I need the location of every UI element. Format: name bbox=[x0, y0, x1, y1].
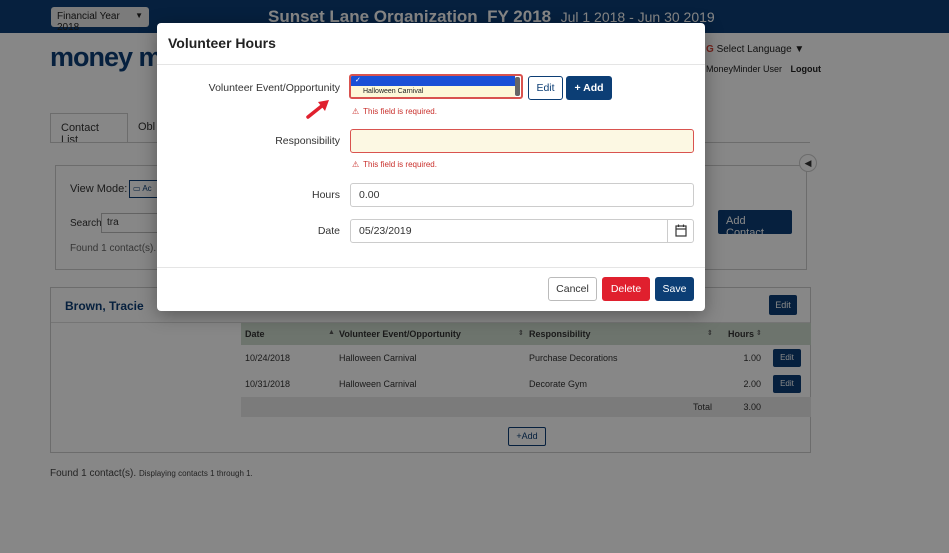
modal-header-divider bbox=[157, 64, 705, 65]
event-option-halloween-carnival[interactable]: Halloween Carnival bbox=[351, 86, 515, 97]
event-field-label: Volunteer Event/Opportunity bbox=[208, 82, 340, 94]
event-error: ⚠ This field is required. bbox=[352, 107, 437, 116]
annotation-arrow-icon bbox=[306, 100, 329, 119]
edit-event-button[interactable]: Edit bbox=[528, 76, 563, 100]
cancel-button[interactable]: Cancel bbox=[548, 277, 597, 301]
delete-button[interactable]: Delete bbox=[602, 277, 650, 301]
event-option-blank[interactable]: ✓ bbox=[351, 76, 515, 86]
add-event-button[interactable]: + Add bbox=[566, 76, 612, 100]
hours-field-label: Hours bbox=[311, 189, 340, 201]
event-error-text: This field is required. bbox=[363, 107, 437, 116]
modal-footer-divider bbox=[157, 267, 705, 268]
date-field-label: Date bbox=[317, 225, 340, 237]
responsibility-input[interactable] bbox=[350, 129, 694, 153]
hours-input[interactable]: 0.00 bbox=[350, 183, 694, 207]
responsibility-error: ⚠ This field is required. bbox=[352, 160, 437, 169]
responsibility-error-text: This field is required. bbox=[363, 160, 437, 169]
warning-icon: ⚠ bbox=[352, 160, 360, 169]
warning-icon: ⚠ bbox=[352, 107, 360, 116]
calendar-button[interactable] bbox=[667, 219, 694, 243]
calendar-icon bbox=[675, 224, 687, 237]
date-input[interactable]: 05/23/2019 bbox=[350, 219, 668, 243]
save-button[interactable]: Save bbox=[655, 277, 694, 301]
modal-title: Volunteer Hours bbox=[168, 35, 276, 51]
responsibility-field-label: Responsibility bbox=[275, 135, 340, 147]
event-select[interactable]: ✓ Halloween Carnival bbox=[349, 74, 523, 99]
volunteer-hours-modal: Volunteer Hours Volunteer Event/Opportun… bbox=[157, 23, 705, 311]
check-icon: ✓ bbox=[355, 77, 361, 84]
select-scrollbar[interactable] bbox=[515, 77, 520, 96]
